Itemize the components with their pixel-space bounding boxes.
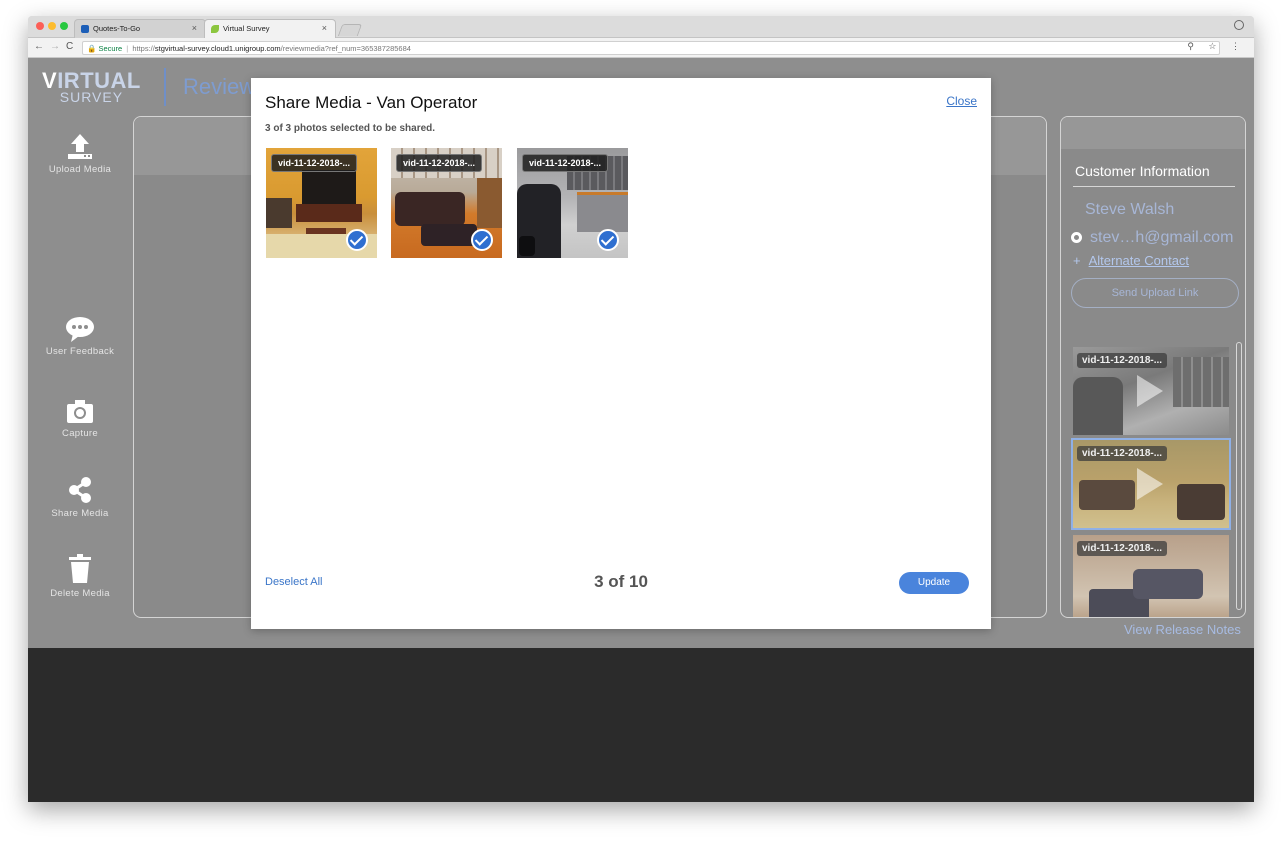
customer-panel: Customer Information Steve Walsh stev…h@… — [1060, 116, 1246, 618]
play-icon[interactable] — [1137, 468, 1163, 500]
send-upload-link-button[interactable]: Send Upload Link — [1071, 278, 1239, 308]
camera-icon — [67, 400, 93, 423]
back-arrow-icon[interactable]: ← — [34, 41, 44, 52]
sidebar-item-user-feedback[interactable]: User Feedback — [28, 316, 132, 357]
reload-icon[interactable]: C — [66, 41, 73, 52]
cabinet-shape — [1173, 357, 1229, 407]
thumb-list-scrollbar[interactable] — [1236, 342, 1242, 610]
tv-stand-shape — [296, 204, 362, 222]
share-icon — [69, 477, 91, 503]
car-shape — [1073, 377, 1123, 435]
sidebar-item-label: User Feedback — [45, 346, 115, 357]
url-scheme: https:// — [132, 44, 155, 53]
logo-first-letter: V — [42, 68, 58, 93]
maximize-window-button[interactable] — [60, 22, 68, 30]
checkmark-icon[interactable] — [471, 229, 493, 251]
sidebar-item-upload-media[interactable]: Upload Media — [28, 132, 132, 175]
photo-thumb[interactable]: vid-11-12-2018-... — [391, 148, 502, 258]
customer-email: stev…h@gmail.com — [1090, 229, 1234, 246]
app-footer-area — [28, 648, 1254, 802]
tv-shape — [302, 170, 356, 204]
tab-virtual-survey[interactable]: Virtual Survey × — [204, 19, 336, 38]
trash-icon — [69, 554, 91, 583]
logo-divider — [164, 68, 166, 106]
tab-close-icon[interactable]: × — [192, 23, 197, 33]
video-thumb-label: vid-11-12-2018-... — [1077, 353, 1168, 368]
checkmark-icon[interactable] — [597, 229, 619, 251]
photo-thumb[interactable]: vid-11-12-2018-... — [517, 148, 628, 258]
customer-name: Steve Walsh — [1085, 201, 1175, 218]
page-title: Review — [183, 74, 256, 99]
share-media-modal: Share Media - Van Operator Close 3 of 3 … — [251, 78, 991, 629]
browser-toolbar: ← → C 🔒 Secure | https://stgvirtual-surv… — [28, 38, 1254, 58]
view-release-notes-link[interactable]: View Release Notes — [1124, 622, 1241, 637]
sidebar-item-label: Capture — [62, 428, 98, 439]
chair-shape — [266, 198, 292, 228]
video-thumb-label: vid-11-12-2018-... — [1077, 541, 1168, 556]
alternate-contact-row[interactable]: + Alternate Contact — [1073, 253, 1189, 268]
photo-label: vid-11-12-2018-... — [396, 154, 483, 172]
toolbar-icons[interactable]: ⚲ ☆ ⋮ — [1187, 41, 1246, 52]
minimize-window-button[interactable] — [48, 22, 56, 30]
sofa-shape — [1133, 569, 1203, 599]
browser-window: Quotes-To-Go × Virtual Survey × ← → C 🔒 … — [28, 16, 1254, 802]
upload-icon — [68, 134, 92, 159]
video-thumb[interactable]: vid-11-12-2018-... — [1073, 347, 1229, 435]
sidebar-item-delete-media[interactable]: Delete Media — [28, 554, 132, 599]
virtual-survey-logo: VIRTUAL SURVEY — [42, 68, 141, 105]
ottoman-shape — [421, 224, 477, 246]
leaf-favicon-icon — [211, 25, 219, 33]
tab-title: Quotes-To-Go — [93, 24, 141, 33]
forward-arrow-icon[interactable]: → — [50, 41, 60, 52]
video-thumb[interactable]: vid-11-12-2018-... — [1071, 438, 1231, 530]
chat-bubble-icon — [66, 317, 94, 342]
sofa-shape — [1079, 480, 1135, 510]
address-bar[interactable]: 🔒 Secure | https://stgvirtual-survey.clo… — [82, 41, 1220, 55]
page-indicator: 3 of 10 — [594, 572, 648, 591]
url-separator: | — [126, 44, 129, 53]
modal-title: Share Media - Van Operator — [265, 93, 478, 112]
photo-thumb[interactable]: vid-11-12-2018-... — [266, 148, 377, 258]
sidebar-item-label: Upload Media — [48, 164, 112, 175]
video-thumb-label: vid-11-12-2018-... — [1077, 446, 1168, 461]
url-domain: stgvirtual-survey.cloud1.unigroup.com — [154, 44, 281, 53]
new-tab-button[interactable] — [337, 24, 363, 36]
close-link[interactable]: Close — [946, 94, 977, 108]
tab-title: Virtual Survey — [223, 24, 270, 33]
selection-summary: 3 of 3 photos selected to be shared. — [265, 123, 436, 134]
alternate-contact-link[interactable]: Alternate Contact — [1089, 253, 1189, 268]
customer-info-title: Customer Information — [1075, 163, 1210, 179]
tab-strip: Quotes-To-Go × Virtual Survey × — [28, 16, 1254, 38]
sidebar-item-share-media[interactable]: Share Media — [28, 476, 132, 519]
profile-icon[interactable] — [1234, 20, 1244, 30]
sidebar-item-capture[interactable]: Capture — [28, 398, 132, 439]
customer-email-row[interactable]: stev…h@gmail.com — [1071, 229, 1233, 247]
plus-icon: + — [1073, 253, 1081, 268]
secure-label: Secure — [98, 44, 123, 53]
sidebar-item-label: Share Media — [51, 508, 109, 519]
checkmark-icon[interactable] — [346, 229, 368, 251]
quotes-favicon-icon — [81, 25, 89, 33]
customer-panel-header — [1061, 117, 1245, 149]
url-path: /reviewmedia?ref_num=365387285684 — [280, 44, 411, 53]
close-window-button[interactable] — [36, 22, 44, 30]
radio-icon[interactable] — [1071, 232, 1082, 243]
lock-icon: 🔒 — [87, 44, 97, 53]
wheel-shape — [519, 236, 535, 256]
update-button[interactable]: Update — [899, 572, 969, 594]
tab-quotes-to-go[interactable]: Quotes-To-Go × — [74, 19, 206, 38]
photo-label: vid-11-12-2018-... — [271, 154, 358, 172]
video-thumb[interactable]: vid-11-12-2018-... — [1073, 535, 1229, 617]
cabinet-shape — [577, 192, 628, 232]
play-icon[interactable] — [1137, 375, 1163, 407]
shelf-shape — [477, 178, 502, 228]
sidebar-item-label: Delete Media — [50, 588, 110, 599]
photo-label: vid-11-12-2018-... — [522, 154, 609, 172]
tab-close-icon[interactable]: × — [322, 23, 327, 33]
armchair-shape — [1177, 484, 1225, 520]
sofa-shape — [395, 192, 465, 226]
divider — [1073, 186, 1235, 187]
